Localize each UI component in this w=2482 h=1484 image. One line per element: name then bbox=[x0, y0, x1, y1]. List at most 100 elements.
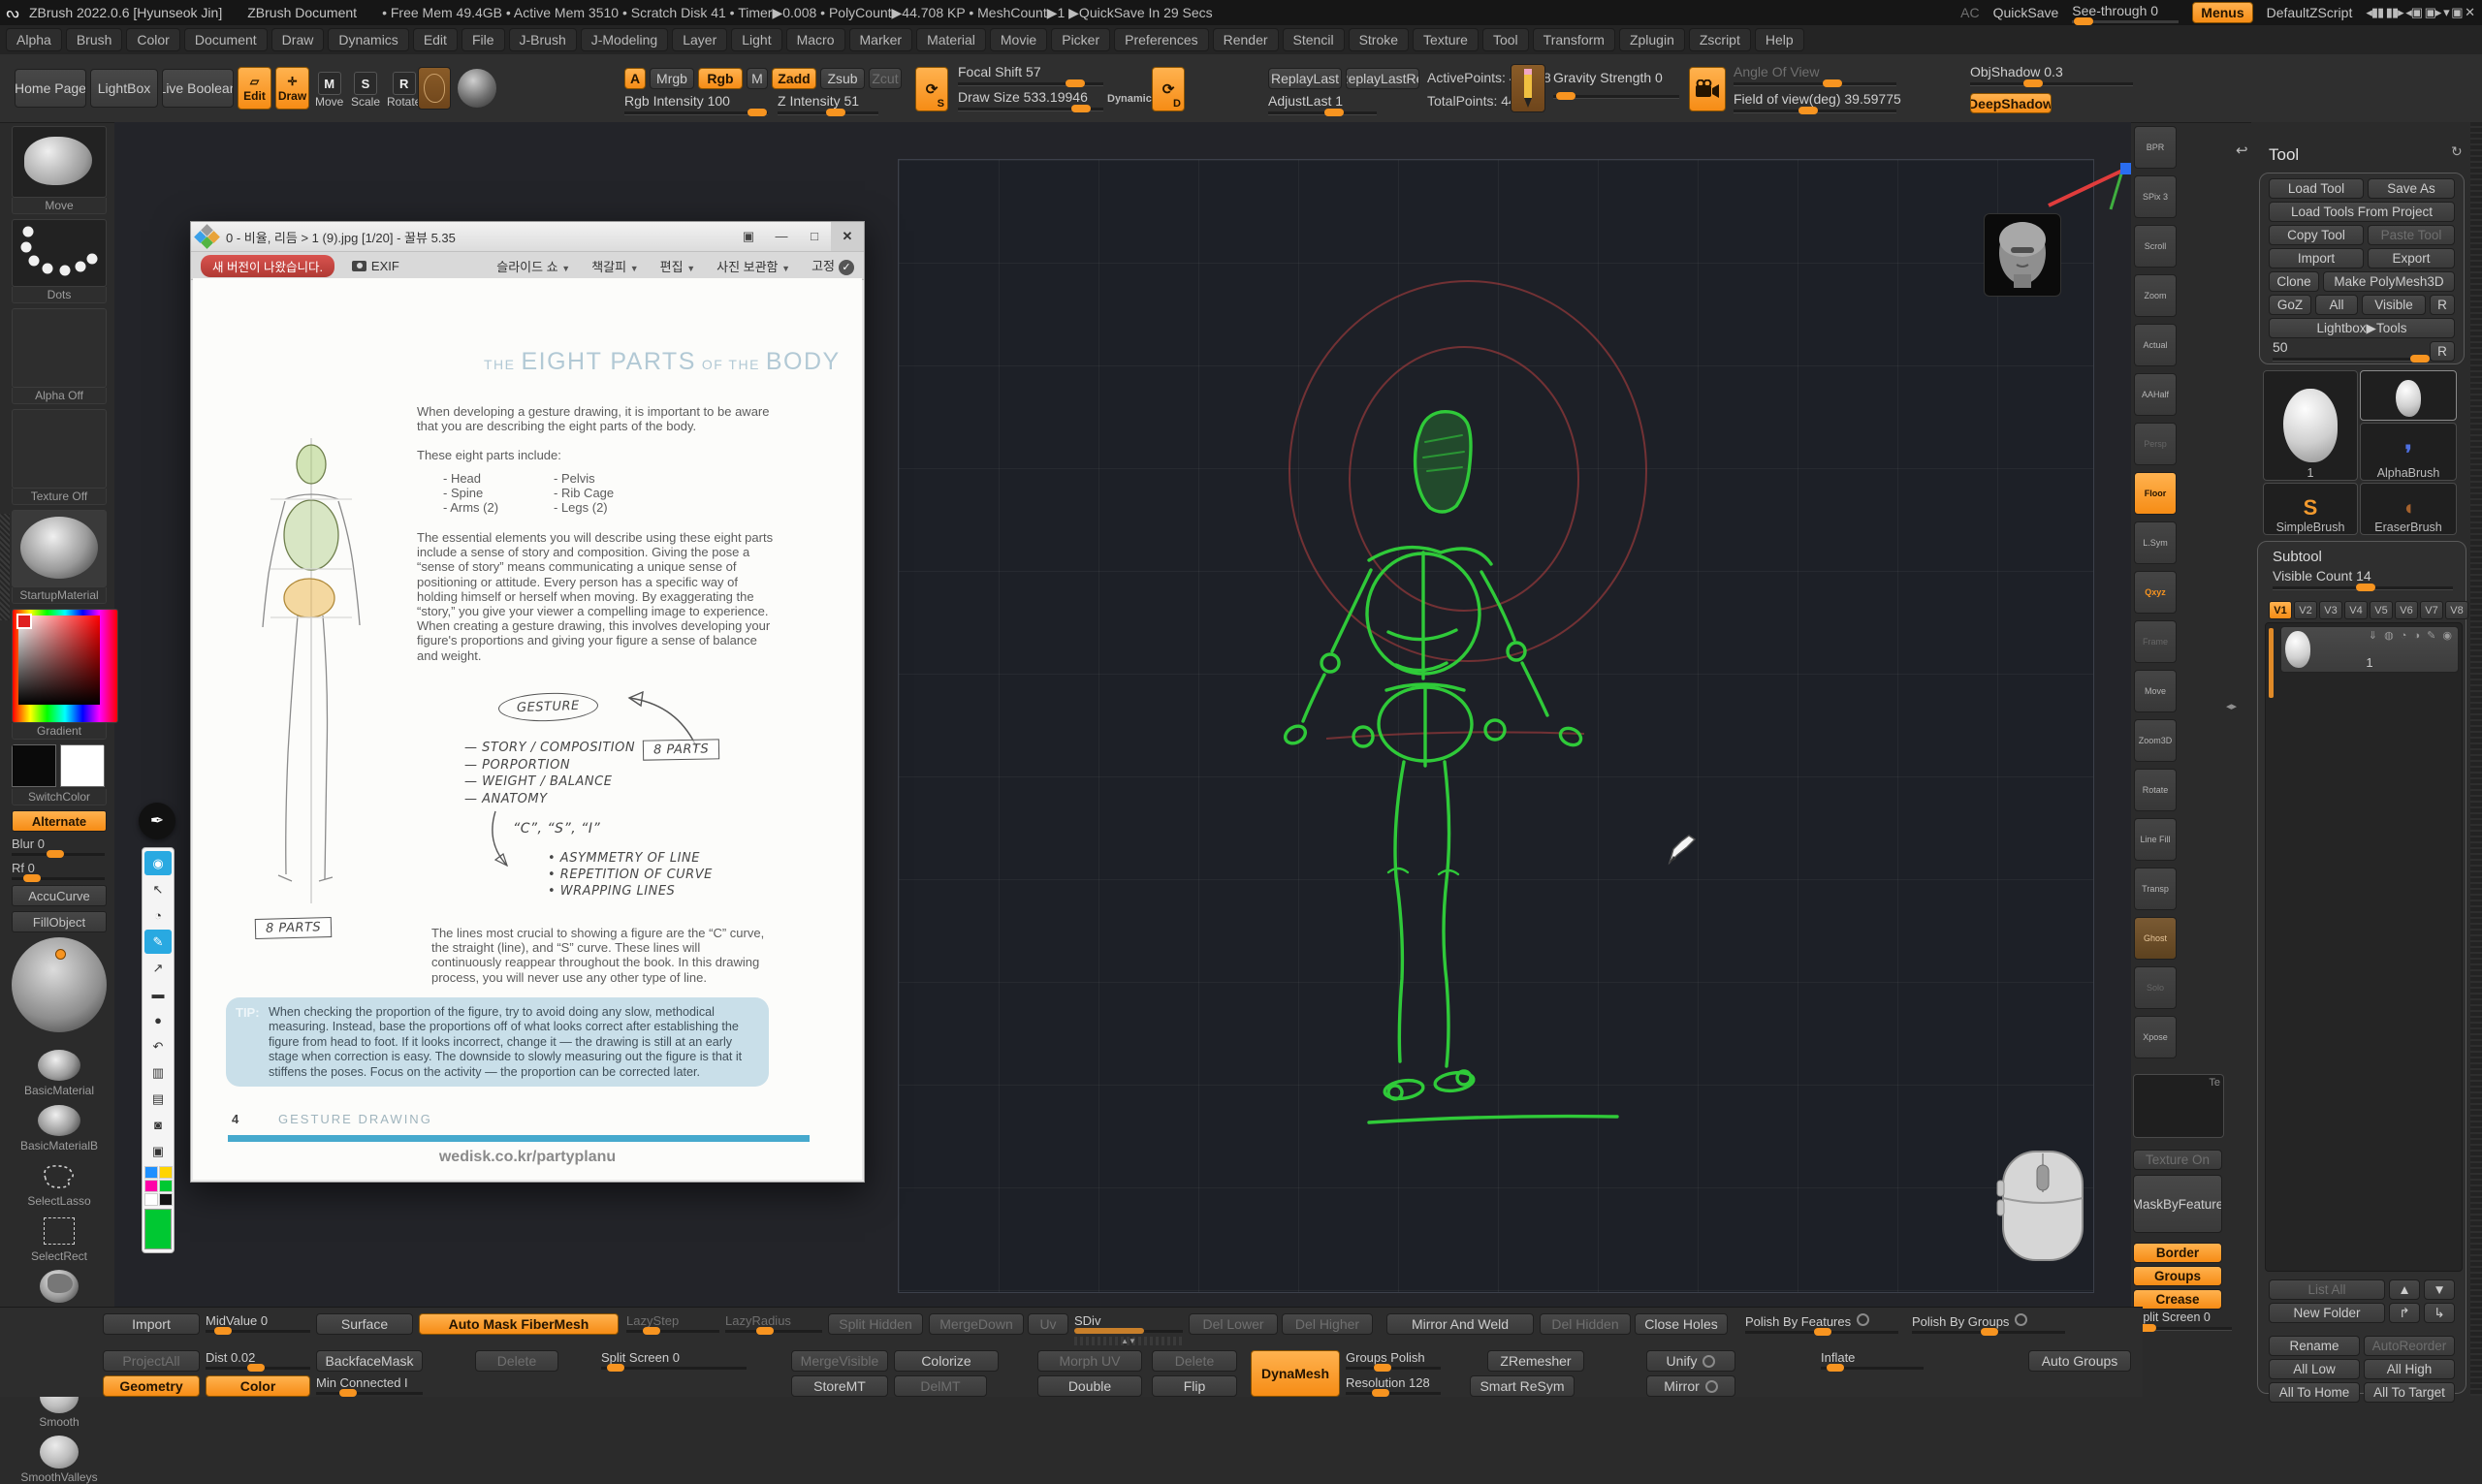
rightshelf-transp[interactable]: Transp bbox=[2134, 868, 2177, 910]
replay-last-button[interactable]: ReplayLast bbox=[1268, 68, 1342, 89]
shelf-selectlasso[interactable]: SelectLasso bbox=[12, 1157, 107, 1208]
pen-camera-icon[interactable]: ◙ bbox=[144, 1113, 172, 1137]
left-divider-handle[interactable] bbox=[0, 514, 10, 620]
texture-on-button[interactable]: Texture On bbox=[2133, 1150, 2222, 1170]
bottom-storemt-button[interactable]: StoreMT bbox=[791, 1375, 888, 1397]
subtool-tab-v8[interactable]: V8 bbox=[2445, 601, 2468, 619]
menu-tool[interactable]: Tool bbox=[1482, 28, 1529, 51]
pen-line-icon[interactable]: ↗ bbox=[144, 956, 172, 980]
image-viewer-window[interactable]: 0 - 비율, 리듬 > 1 (9).jpg [1/20] - 꿀뷰 5.35 … bbox=[190, 221, 865, 1183]
sdiv-subdiv-arrows[interactable]: ▲▼ bbox=[1074, 1337, 1183, 1345]
rename-button[interactable]: Rename bbox=[2269, 1336, 2360, 1356]
subtool-scrollbar[interactable] bbox=[2269, 628, 2274, 698]
rightshelf-move[interactable]: Move bbox=[2134, 670, 2177, 712]
slideshow-menu[interactable]: 슬라이드 쇼 ▼ bbox=[496, 257, 570, 275]
shelf-btn-accucurve[interactable]: AccuCurve bbox=[12, 885, 107, 906]
bottom-del-higher-button[interactable]: Del Higher bbox=[1282, 1313, 1373, 1335]
menu-help[interactable]: Help bbox=[1755, 28, 1804, 51]
menu-j-modeling[interactable]: J-Modeling bbox=[581, 28, 668, 51]
stroke-s-button[interactable]: ⟳S bbox=[915, 67, 948, 111]
menu-draw[interactable]: Draw bbox=[271, 28, 325, 51]
shelf-smoothvalleys[interactable]: SmoothValleys bbox=[12, 1434, 107, 1484]
menu-macro[interactable]: Macro bbox=[786, 28, 845, 51]
shelf-selectrect[interactable]: SelectRect bbox=[12, 1213, 107, 1263]
subtool-item[interactable]: ⇓ ◍ ◔ ◑ ✎ ◉ 1 bbox=[2280, 626, 2459, 673]
shelf-alpha-off[interactable]: Alpha Off bbox=[12, 308, 107, 404]
bottom-surface-button[interactable]: Surface bbox=[316, 1313, 413, 1335]
bottom-mirror-button[interactable]: Mirror bbox=[1646, 1375, 1735, 1397]
bottom-polish-by-features-slider[interactable]: Polish By Features bbox=[1745, 1313, 1898, 1334]
bottom-mirror-and-weld-button[interactable]: Mirror And Weld bbox=[1386, 1313, 1534, 1335]
subtool-tab-v1[interactable]: V1 bbox=[2269, 601, 2292, 619]
rightshelf-persp[interactable]: Persp bbox=[2134, 423, 2177, 465]
bottom-del-lower-button[interactable]: Del Lower bbox=[1189, 1313, 1278, 1335]
make-polymesh3d-button[interactable]: Make PolyMesh3D bbox=[2323, 271, 2455, 292]
menu-stencil[interactable]: Stencil bbox=[1283, 28, 1345, 51]
menu-alpha[interactable]: Alpha bbox=[6, 28, 62, 51]
pen-color-0[interactable] bbox=[144, 1166, 158, 1179]
adjust-last-slider[interactable]: AdjustLast 1 bbox=[1268, 93, 1377, 115]
load-tool-button[interactable]: Load Tool bbox=[2269, 178, 2364, 199]
bottom-morph-uv-button[interactable]: Morph UV bbox=[1037, 1350, 1142, 1372]
folder-out-button[interactable]: ↱ bbox=[2389, 1303, 2420, 1323]
pen-color-5[interactable] bbox=[159, 1193, 173, 1206]
bottom-inflate-slider[interactable]: Inflate bbox=[1821, 1350, 1924, 1370]
menu-document[interactable]: Document bbox=[184, 28, 268, 51]
pen-color-3[interactable] bbox=[159, 1180, 173, 1192]
m-button[interactable]: M bbox=[747, 68, 768, 89]
goz-all-button[interactable]: All bbox=[2315, 295, 2358, 315]
border-button[interactable]: Border bbox=[2133, 1243, 2222, 1263]
rgb-button[interactable]: Rgb bbox=[698, 68, 743, 89]
menu-zscript[interactable]: Zscript bbox=[1689, 28, 1751, 51]
bottom-close-holes-button[interactable]: Close Holes bbox=[1635, 1313, 1728, 1335]
load-tools-from-project-button[interactable]: Load Tools From Project bbox=[2269, 202, 2455, 222]
all-low-button[interactable]: All Low bbox=[2269, 1359, 2360, 1379]
folder-into-button[interactable]: ↳ bbox=[2424, 1303, 2455, 1323]
bottom-dist-0-02-slider[interactable]: Dist 0.02 bbox=[206, 1350, 310, 1370]
clone-button[interactable]: Clone bbox=[2269, 271, 2319, 292]
pen-trash-icon[interactable]: ▥ bbox=[144, 1060, 172, 1085]
rightshelf-zoom[interactable]: Zoom bbox=[2134, 274, 2177, 317]
bottom-smart-resym-button[interactable]: Smart ReSym bbox=[1470, 1375, 1575, 1397]
bottom-double-button[interactable]: Double bbox=[1037, 1375, 1142, 1397]
see-through-slider[interactable]: See-through 0 bbox=[2072, 3, 2179, 23]
current-material-sphere[interactable] bbox=[458, 69, 496, 108]
draw-button[interactable]: ✛Draw bbox=[275, 67, 309, 110]
import-button[interactable]: Import bbox=[2269, 248, 2364, 268]
new-folder-button[interactable]: New Folder bbox=[2269, 1303, 2385, 1323]
bottom-zremesher-button[interactable]: ZRemesher bbox=[1487, 1350, 1584, 1372]
menu-render[interactable]: Render bbox=[1213, 28, 1279, 51]
zsub-button[interactable]: Zsub bbox=[820, 68, 865, 89]
shelf-bigsphere[interactable] bbox=[12, 937, 107, 1042]
shelf-basicmaterial[interactable]: BasicMaterial bbox=[12, 1047, 107, 1097]
viewer-titlebar[interactable]: 0 - 비율, 리듬 > 1 (9).jpg [1/20] - 꿀뷰 5.35 … bbox=[191, 222, 864, 252]
bottom-flip-button[interactable]: Flip bbox=[1152, 1375, 1237, 1397]
rightshelf-line-fill[interactable]: Line Fill bbox=[2134, 818, 2177, 861]
bottom-lazyradius-slider[interactable]: LazyRadius bbox=[725, 1313, 822, 1333]
stroke-d-button[interactable]: ⟳D bbox=[1152, 67, 1185, 111]
menu-file[interactable]: File bbox=[461, 28, 505, 51]
pen-pen-icon[interactable]: ✎ bbox=[144, 930, 172, 954]
bottom-colorize-button[interactable]: Colorize bbox=[894, 1350, 999, 1372]
rightshelf-frame[interactable]: Frame bbox=[2134, 620, 2177, 663]
menu-movie[interactable]: Movie bbox=[990, 28, 1047, 51]
rotate-gizmo-button[interactable]: RRotate bbox=[387, 72, 421, 109]
current-brush-preview[interactable] bbox=[418, 67, 451, 110]
dynamic-label[interactable]: Dynamic bbox=[1107, 93, 1152, 105]
edit-button[interactable]: ▱Edit bbox=[238, 67, 271, 110]
pen-eye-icon[interactable]: ◉ bbox=[144, 851, 172, 875]
bottom-split-screen-0-slider[interactable]: Split Screen 0 bbox=[601, 1350, 747, 1370]
bottom-groups-polish-slider[interactable]: Groups Polish bbox=[1346, 1350, 1441, 1370]
goz-button[interactable]: GoZ bbox=[2269, 295, 2311, 315]
rightshelf-actual[interactable]: Actual bbox=[2134, 324, 2177, 366]
bookmark-menu[interactable]: 책갈피 ▼ bbox=[591, 257, 638, 275]
bottom-unify-button[interactable]: Unify bbox=[1646, 1350, 1735, 1372]
subtool-tab-v7[interactable]: V7 bbox=[2420, 601, 2443, 619]
menu-color[interactable]: Color bbox=[126, 28, 179, 51]
viewer-window-controls[interactable]: ▣—□✕ bbox=[732, 222, 864, 251]
split-screen-slider[interactable]: Split Screen 0 bbox=[2135, 1310, 2232, 1331]
viewer-control-maximize[interactable]: □ bbox=[798, 222, 831, 251]
exif-button[interactable]: EXIF bbox=[352, 259, 399, 273]
focal-shift-slider[interactable]: Focal Shift 57 bbox=[958, 64, 1103, 86]
menu-texture[interactable]: Texture bbox=[1413, 28, 1479, 51]
